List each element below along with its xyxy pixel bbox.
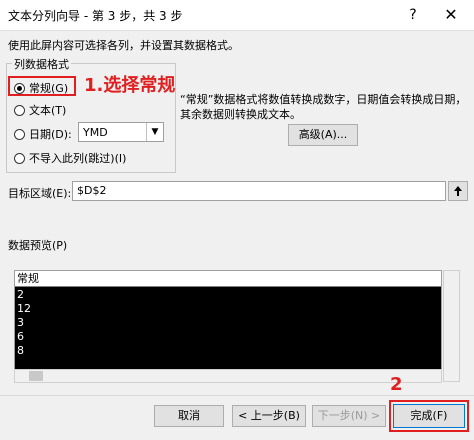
- radio-date-label: 日期(D):: [29, 128, 72, 141]
- annotation-highlight-finish: [389, 400, 469, 432]
- preview-cell: 6: [17, 330, 24, 343]
- scrollbar-thumb[interactable]: [29, 371, 43, 381]
- instruction-text: 使用此屏内容可选择各列，并设置其数据格式。: [8, 39, 239, 52]
- radio-skip[interactable]: 不导入此列(跳过)(I): [14, 150, 126, 166]
- radio-skip-label: 不导入此列(跳过)(I): [29, 152, 127, 165]
- destination-input[interactable]: $D$2: [72, 181, 446, 201]
- preview-label: 数据预览(P): [8, 239, 68, 252]
- radio-unchecked-icon[interactable]: [14, 104, 25, 116]
- date-format-select[interactable]: YMD ▼: [78, 122, 164, 142]
- preview-cell: 12: [17, 302, 31, 315]
- chevron-down-icon[interactable]: ▼: [146, 123, 163, 141]
- preview-cell: 2: [17, 288, 24, 301]
- preview-column-header[interactable]: 常规: [15, 271, 441, 287]
- preview-cell: 8: [17, 344, 24, 357]
- radio-date[interactable]: 日期(D):: [14, 126, 72, 142]
- collapse-dialog-button[interactable]: [448, 181, 468, 201]
- divider: [0, 395, 474, 396]
- data-preview[interactable]: 常规 2 12 3 6 8: [14, 270, 442, 382]
- cancel-button[interactable]: 取消: [154, 405, 224, 427]
- annotation-step1: 1.选择常规: [84, 75, 176, 96]
- vertical-scrollbar[interactable]: [443, 270, 460, 382]
- help-icon[interactable]: ?: [402, 4, 424, 26]
- close-icon[interactable]: ✕: [438, 4, 464, 26]
- format-description: “常规”数据格式将数值转换成数字，日期值会转换成日期，其余数据则转换成文本。: [180, 93, 467, 121]
- radio-text-label: 文本(T): [29, 104, 67, 117]
- back-button[interactable]: < 上一步(B): [232, 405, 306, 427]
- radio-text[interactable]: 文本(T): [14, 102, 66, 118]
- radio-unchecked-icon[interactable]: [14, 128, 25, 140]
- radio-unchecked-icon[interactable]: [14, 152, 25, 164]
- collapse-icon: [454, 186, 462, 196]
- annotation-step2: 2: [390, 374, 403, 395]
- window-title: 文本分列向导 - 第 3 步，共 3 步: [8, 9, 183, 23]
- advanced-button[interactable]: 高级(A)...: [288, 124, 358, 146]
- preview-cell: 3: [17, 316, 24, 329]
- title-bar: 文本分列向导 - 第 3 步，共 3 步 ? ✕: [0, 0, 474, 31]
- annotation-highlight-general: [8, 76, 76, 96]
- date-format-value: YMD: [83, 126, 108, 139]
- next-button[interactable]: 下一步(N) >: [312, 405, 386, 427]
- horizontal-scrollbar[interactable]: [14, 369, 442, 383]
- destination-label: 目标区域(E):: [8, 187, 72, 200]
- column-format-legend: 列数据格式: [12, 56, 71, 72]
